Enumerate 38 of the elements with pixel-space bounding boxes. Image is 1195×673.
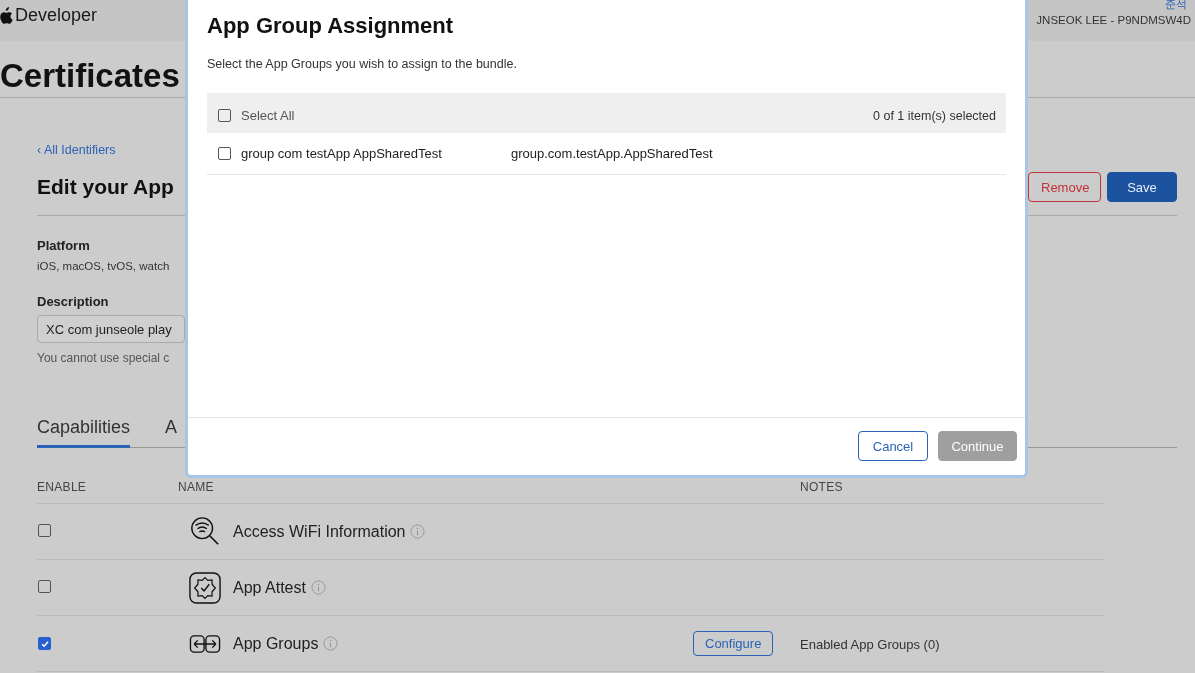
dialog-subtitle: Select the App Groups you wish to assign to the bundle.	[207, 57, 518, 71]
page-title: Certificates	[0, 56, 180, 96]
field-hint: You cannot use special c	[37, 351, 171, 365]
column-header: ENABLE	[37, 480, 88, 494]
select-all-label[interactable]: Select All	[241, 108, 295, 123]
checkbox[interactable]	[218, 109, 231, 122]
capability-name: App Attest	[233, 578, 306, 597]
save-button[interactable]: Save	[1107, 172, 1177, 202]
column-header: NOTES	[800, 480, 844, 494]
checkbox[interactable]	[38, 523, 51, 537]
capability-note: Enabled App Groups (0)	[800, 636, 940, 652]
page-heading: Edit your App	[37, 175, 174, 199]
account-link[interactable]: 준석	[1165, 0, 1187, 10]
column-header: NAME	[178, 480, 215, 494]
dialog-title: App Group Assignment	[207, 13, 455, 39]
checkbox[interactable]	[218, 147, 231, 160]
linked-arrows-icon	[189, 633, 221, 654]
group-name: group com testApp AppSharedTest	[241, 146, 443, 161]
field-label: Platform	[37, 238, 91, 253]
verified-badge-icon	[189, 571, 221, 604]
capability-name: Access WiFi Information	[233, 522, 406, 541]
apple-icon	[0, 6, 13, 25]
group-identifier: group.com.testApp.AppSharedTest	[511, 146, 713, 161]
checkbox[interactable]	[38, 579, 51, 593]
tab[interactable]: Capabilities	[37, 417, 131, 448]
account-name: JNSEOK LEE - P9NDMSW4D	[1036, 14, 1191, 26]
field-label: Description	[37, 294, 110, 309]
back-link[interactable]: ‹ All Identifiers	[37, 143, 116, 157]
description-field[interactable]: XC com junseole play	[37, 315, 185, 343]
checkbox[interactable]	[38, 637, 51, 650]
capability-name: App Groups	[233, 634, 319, 653]
tab[interactable]: A	[165, 417, 178, 448]
cancel-button[interactable]: Cancel	[858, 431, 928, 461]
brand-name: Developer	[15, 5, 98, 26]
selection-count: 0 of 1 item(s) selected	[873, 108, 996, 123]
wifi-search-icon	[189, 515, 221, 548]
platform-value: iOS, macOS, tvOS, watch	[37, 260, 171, 272]
configure-button[interactable]: Configure	[693, 631, 774, 656]
